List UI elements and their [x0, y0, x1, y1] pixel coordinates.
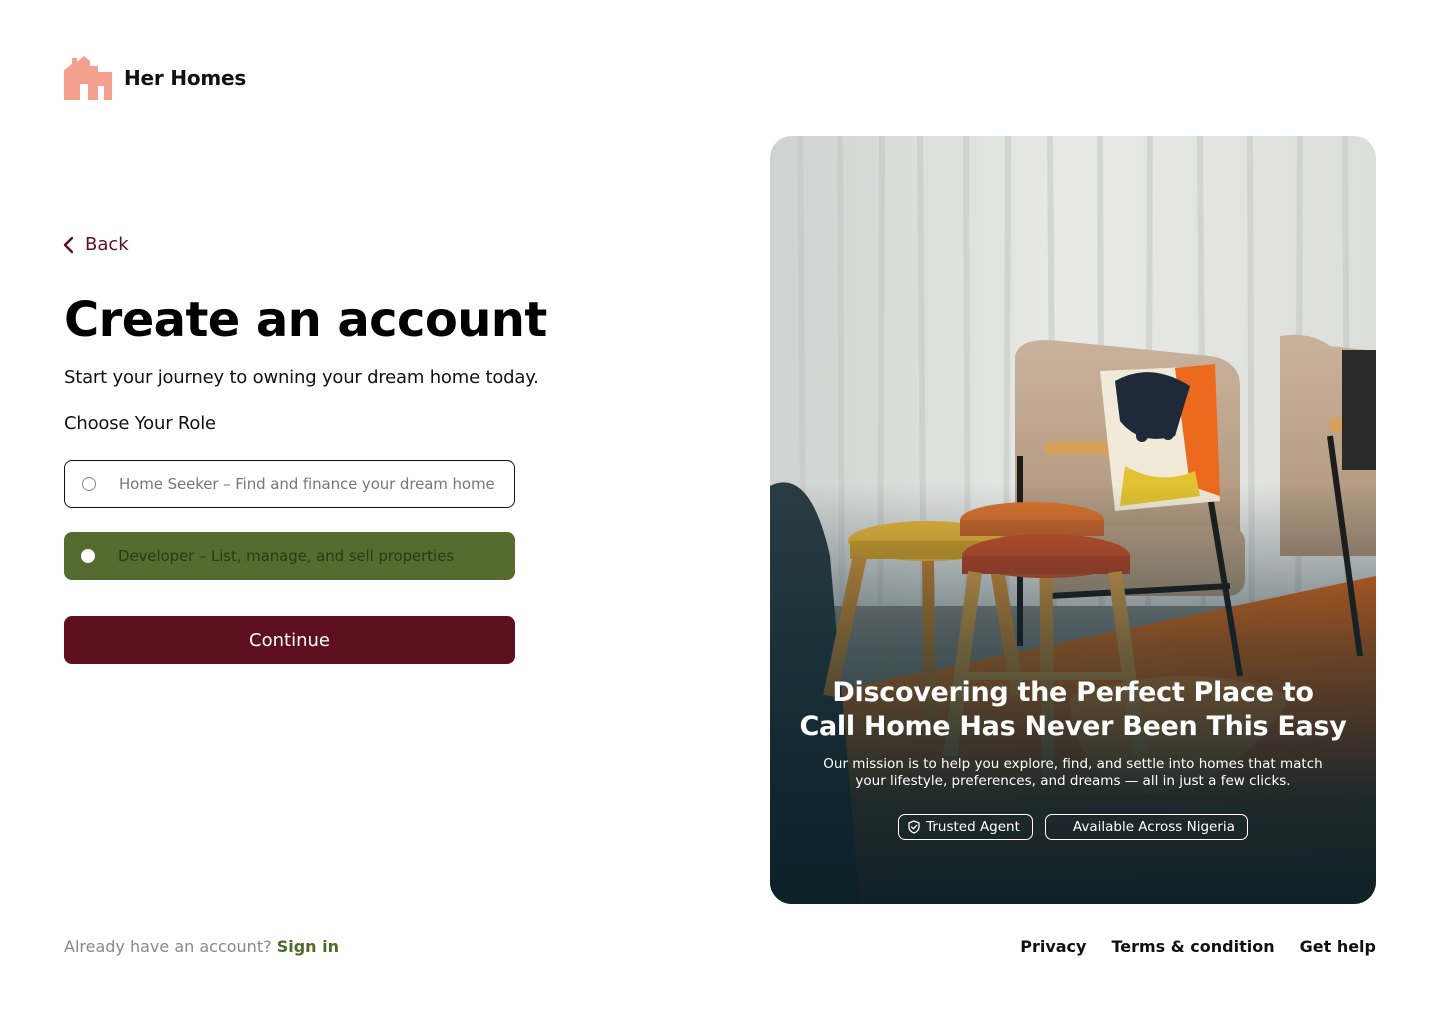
brand-logo[interactable]: Her Homes: [64, 56, 246, 100]
hero-desc-line: Our mission is to help you explore, find…: [823, 756, 1323, 772]
role-option-label: Home Seeker – Find and finance your drea…: [119, 475, 495, 493]
hero-desc-line: your lifestyle, preferences, and dreams …: [855, 773, 1291, 789]
page-title: Create an account: [64, 292, 547, 348]
role-label: Choose Your Role: [64, 413, 216, 434]
footer-link-help[interactable]: Get help: [1300, 937, 1376, 956]
continue-button[interactable]: Continue: [64, 616, 515, 664]
role-option-label: Developer – List, manage, and sell prope…: [118, 547, 454, 565]
hero-badges: Trusted Agent Available Across Nigeria: [770, 814, 1376, 840]
account-prompt-text: Already have an account?: [64, 937, 272, 956]
hero-card: Discovering the Perfect Place to Call Ho…: [770, 136, 1376, 904]
footer-link-privacy[interactable]: Privacy: [1020, 937, 1086, 956]
hero-description: Our mission is to help you explore, find…: [800, 756, 1346, 790]
house-logo-icon: [64, 56, 112, 100]
role-option-developer[interactable]: Developer – List, manage, and sell prope…: [64, 532, 515, 580]
back-link[interactable]: Back: [62, 234, 129, 255]
footer-link-terms[interactable]: Terms & condition: [1111, 937, 1274, 956]
hero-title-line: Discovering the Perfect Place to: [832, 677, 1314, 708]
badge-label: Trusted Agent: [926, 819, 1020, 835]
radio-selected[interactable]: [81, 549, 95, 563]
page-subtitle: Start your journey to owning your dream …: [64, 367, 539, 388]
shield-check-icon: [908, 820, 920, 834]
hero-title-line: Call Home Has Never Been This Easy: [799, 711, 1347, 742]
radio-unselected[interactable]: [82, 477, 96, 491]
footer-links: Privacy Terms & condition Get help: [1020, 937, 1376, 956]
brand-name: Her Homes: [124, 66, 247, 90]
signin-prompt: Already have an account? Sign in: [64, 937, 339, 956]
chevron-left-icon: [63, 236, 74, 253]
back-label: Back: [85, 234, 129, 255]
badge-available-nigeria: Available Across Nigeria: [1044, 814, 1248, 840]
role-option-home-seeker[interactable]: Home Seeker – Find and finance your drea…: [64, 460, 515, 508]
badge-trusted-agent: Trusted Agent: [898, 814, 1033, 840]
hero-title: Discovering the Perfect Place to Call Ho…: [770, 676, 1376, 744]
badge-label: Available Across Nigeria: [1072, 819, 1235, 835]
signin-link[interactable]: Sign in: [277, 937, 339, 956]
